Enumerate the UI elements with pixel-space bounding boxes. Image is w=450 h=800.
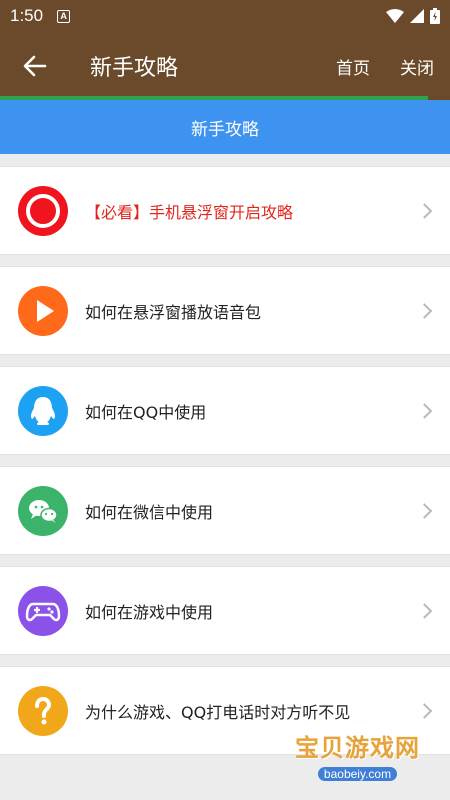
tab-label: 新手攻略 [191,119,259,140]
status-time: 1:50 [10,6,44,25]
home-button[interactable]: 首页 [336,54,370,79]
signal-icon [410,9,424,23]
notification-a-icon: A [57,9,71,23]
list-item[interactable]: 如何在微信中使用 [0,466,450,555]
gamepad-icon [18,585,68,636]
watermark-text: 宝贝游戏网 [295,734,420,762]
chevron-right-icon [416,502,433,519]
tab-guide[interactable]: 新手攻略 [0,100,450,154]
list-item-label: 如何在游戏中使用 [85,602,214,622]
progress-line [0,96,428,100]
list-item-label: 如何在QQ中使用 [85,402,207,422]
qq-icon [18,385,68,436]
record-icon [18,185,68,236]
status-bar: 1:50 A [0,0,450,32]
chevron-right-icon [416,702,433,719]
wifi-icon [386,9,404,23]
battery-icon [430,8,440,24]
list-item-label: 为什么游戏、QQ打电话时对方听不见 [85,702,351,722]
list-item[interactable]: 如何在QQ中使用 [0,366,450,455]
chevron-right-icon [416,402,433,419]
list-item-label: 如何在悬浮窗播放语音包 [85,302,262,322]
watermark-url: baobeiy.com [317,767,398,781]
back-button[interactable] [0,32,70,100]
play-icon [18,285,68,336]
arrow-left-icon [23,55,47,77]
list-item-label: 如何在微信中使用 [85,502,214,522]
question-icon [18,685,68,736]
close-button[interactable]: 关闭 [400,54,434,79]
chevron-right-icon [416,202,433,219]
chevron-right-icon [416,602,433,619]
list-item[interactable]: 如何在游戏中使用 [0,566,450,655]
wechat-icon [18,485,68,536]
watermark-logo: 宝贝游戏网 baobeiy.com [295,728,420,782]
status-icons [386,8,440,24]
list-item[interactable]: 如何在悬浮窗播放语音包 [0,266,450,355]
page-title: 新手攻略 [90,56,179,81]
list-item[interactable]: 【必看】手机悬浮窗开启攻略 [0,166,450,255]
list-item-label: 【必看】手机悬浮窗开启攻略 [85,202,294,222]
guide-list: 【必看】手机悬浮窗开启攻略 如何在悬浮窗播放语音包 如何在QQ中使用 如何在微信… [0,154,450,755]
chevron-right-icon [416,302,433,319]
app-bar: 新手攻略 首页 关闭 [0,32,450,100]
